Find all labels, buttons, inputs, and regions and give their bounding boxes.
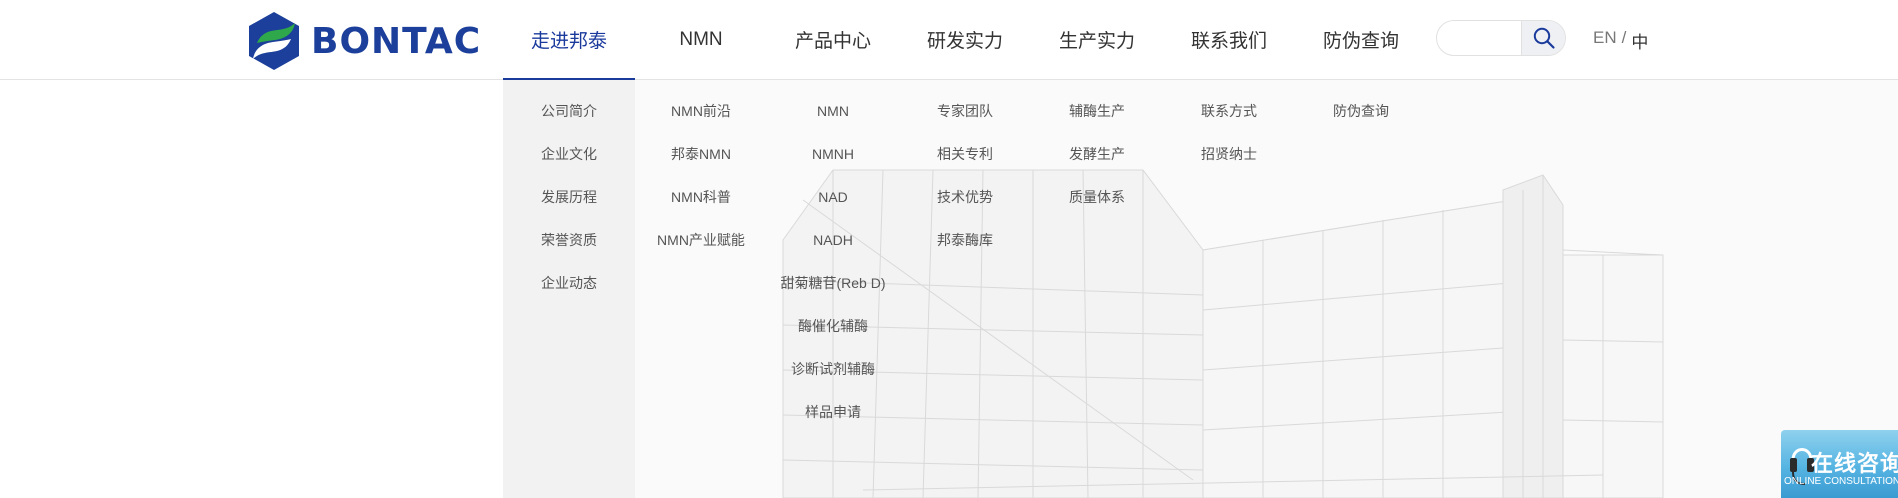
dropdown-item[interactable]: NAD xyxy=(818,176,848,219)
dropdown-item[interactable]: 酶催化辅酶 xyxy=(798,305,868,348)
dropdown-column-4: 专家团队 相关专利 技术优势 邦泰酶库 xyxy=(899,80,1031,262)
dropdown-item[interactable]: 公司简介 xyxy=(541,90,597,133)
nav-item-3[interactable]: 产品中心 xyxy=(767,0,899,79)
dropdown-item[interactable]: NMN产业赋能 xyxy=(657,219,745,262)
dropdown-item[interactable]: 甜菊糖苷(Reb D) xyxy=(780,262,885,305)
dropdown-column-3: NMN NMNH NAD NADH 甜菊糖苷(Reb D) 酶催化辅酶 诊断试剂辅酶 样品申请 xyxy=(767,80,899,434)
dropdown-item[interactable]: 辅酶生产 xyxy=(1069,90,1125,133)
dropdown-item[interactable]: 相关专利 xyxy=(937,133,993,176)
dropdown-column-1: 公司简介 企业文化 发展历程 荣誉资质 企业动态 xyxy=(503,80,635,305)
dropdown-item[interactable]: 技术优势 xyxy=(937,176,993,219)
dropdown-item[interactable]: NMN xyxy=(817,90,849,133)
dropdown-column-6: 联系方式 招贤纳士 xyxy=(1163,80,1295,176)
lang-en[interactable]: EN xyxy=(1593,28,1617,53)
dropdown-item[interactable]: 专家团队 xyxy=(937,90,993,133)
search-box xyxy=(1436,20,1566,56)
dropdown-item[interactable]: 质量体系 xyxy=(1069,176,1125,219)
lang-zh[interactable]: 中 xyxy=(1631,28,1648,53)
bontac-logo-icon xyxy=(249,12,299,70)
dropdown-column-7: 防伪查询 xyxy=(1295,80,1427,133)
dropdown-item[interactable]: 邦泰NMN xyxy=(671,133,731,176)
nav-item-2[interactable]: NMN xyxy=(635,0,767,79)
brand-logo[interactable]: BONTAC xyxy=(247,10,481,72)
dropdown-column-5: 辅酶生产 发酵生产 质量体系 xyxy=(1031,80,1163,219)
consult-subtitle: ONLINE CONSULTATION xyxy=(1784,476,1898,487)
dropdown-item[interactable]: 联系方式 xyxy=(1201,90,1257,133)
dropdown-column-2: NMN前沿 邦泰NMN NMN科普 NMN产业赋能 xyxy=(635,80,767,262)
dropdown-item[interactable]: 企业文化 xyxy=(541,133,597,176)
consult-title: 在线咨询 xyxy=(1811,452,1898,477)
nav-item-7[interactable]: 防伪查询 xyxy=(1295,0,1427,79)
search-icon xyxy=(1533,27,1555,49)
dropdown-item[interactable]: 荣誉资质 xyxy=(541,219,597,262)
dropdown-item[interactable]: 防伪查询 xyxy=(1333,90,1389,133)
online-consultation-button[interactable]: 在线咨询 ONLINE CONSULTATION xyxy=(1781,430,1898,498)
language-switcher: EN / 中 xyxy=(1593,28,1648,53)
dropdown-item[interactable]: NADH xyxy=(813,219,853,262)
dropdown-item[interactable]: 邦泰酶库 xyxy=(937,219,993,262)
mega-dropdown: 公司简介 企业文化 发展历程 荣誉资质 企业动态 NMN前沿 邦泰NMN NMN科普 NMN产业… xyxy=(503,80,1898,498)
lang-separator: / xyxy=(1621,28,1627,47)
header: BONTAC 走进邦泰 NMN 产品中心 研发实力 生产实力 联系我们 防伪查询 EN / … xyxy=(0,0,1898,80)
dropdown-item[interactable]: 招贤纳士 xyxy=(1201,133,1257,176)
dropdown-item[interactable]: NMN科普 xyxy=(671,176,731,219)
dropdown-item[interactable]: 诊断试剂辅酶 xyxy=(791,348,875,391)
dropdown-item[interactable]: 企业动态 xyxy=(541,262,597,305)
nav-item-6[interactable]: 联系我们 xyxy=(1163,0,1295,79)
nav-item-4[interactable]: 研发实力 xyxy=(899,0,1031,79)
search-button[interactable] xyxy=(1521,21,1565,55)
search-input[interactable] xyxy=(1437,21,1521,55)
nav-item-1[interactable]: 走进邦泰 xyxy=(503,0,635,80)
brand-name: BONTAC xyxy=(311,20,482,62)
nav-item-5[interactable]: 生产实力 xyxy=(1031,0,1163,79)
dropdown-item[interactable]: 样品申请 xyxy=(805,391,861,434)
dropdown-item[interactable]: 发展历程 xyxy=(541,176,597,219)
dropdown-item[interactable]: NMN前沿 xyxy=(671,90,731,133)
dropdown-item[interactable]: NMNH xyxy=(812,133,854,176)
main-nav: 走进邦泰 NMN 产品中心 研发实力 生产实力 联系我们 防伪查询 xyxy=(503,0,1427,80)
dropdown-item[interactable]: 发酵生产 xyxy=(1069,133,1125,176)
